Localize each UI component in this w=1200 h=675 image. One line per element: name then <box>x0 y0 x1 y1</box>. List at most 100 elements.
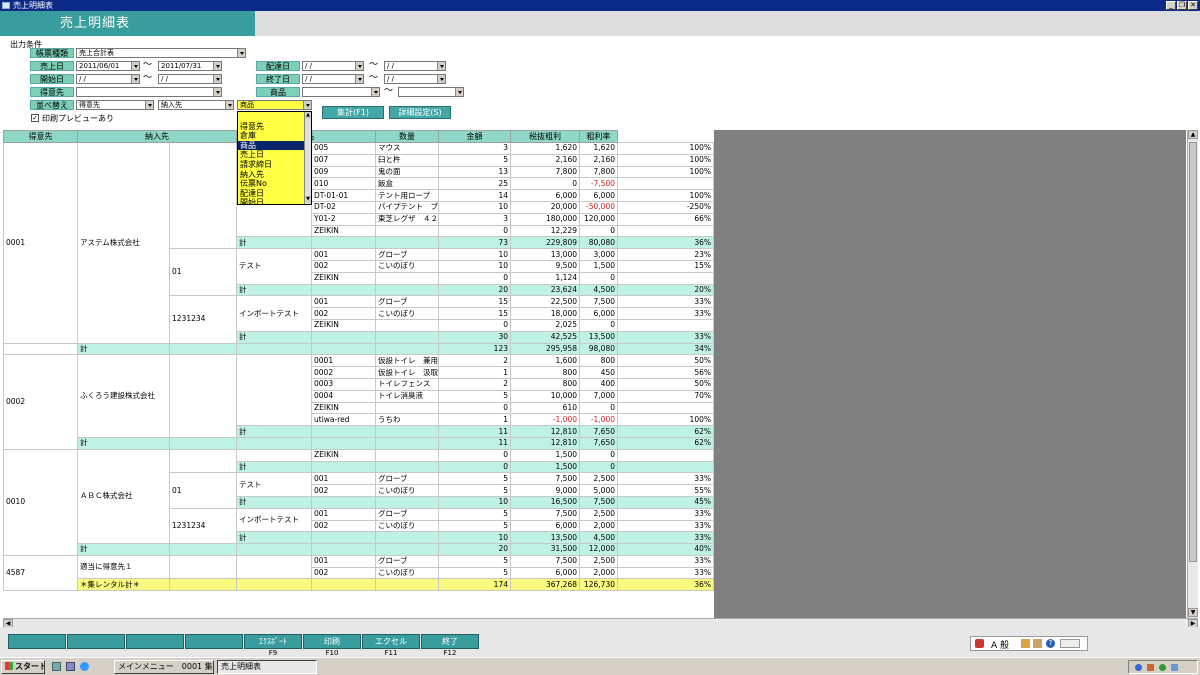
ime-icon[interactable] <box>975 639 984 648</box>
delivery-date-to[interactable]: / / <box>384 61 446 71</box>
horizontal-scrollbar[interactable]: ◀ ▶ <box>3 618 1198 628</box>
product-name: こいのぼり <box>375 566 439 580</box>
dropdown-scrollbar[interactable]: ▲ ▼ <box>304 112 311 204</box>
product-name <box>375 401 439 415</box>
minimize-button[interactable]: _ <box>1166 1 1176 10</box>
ie-icon[interactable] <box>80 662 89 671</box>
fkey-button[interactable]: ｴｸｽﾎﾟｰﾄ <box>244 634 302 649</box>
chevron-down-icon[interactable] <box>213 62 221 70</box>
chevron-down-icon[interactable] <box>455 88 463 96</box>
tool-icon[interactable] <box>1033 639 1042 648</box>
chevron-down-icon[interactable] <box>437 62 445 70</box>
amount-cell: 7,500 <box>510 472 580 486</box>
outlook-icon[interactable] <box>66 662 75 671</box>
fkey-button[interactable] <box>67 634 125 649</box>
detail-settings-button[interactable]: 詳細設定(S) <box>389 106 451 119</box>
table-row[interactable]: 0010 ＡＢＣ株式会社 ZEIKIN 0 1,500 0 <box>3 448 714 556</box>
dropdown-option[interactable]: 納入先 <box>238 170 311 180</box>
end-date-to[interactable]: / / <box>384 74 446 84</box>
sales-date-to[interactable]: 2011/07/31 <box>158 61 222 71</box>
sort-select-3[interactable]: 商品 <box>237 100 312 110</box>
ime-mode[interactable]: A 般 <box>991 638 1009 651</box>
tray-icon[interactable] <box>1171 664 1178 671</box>
chevron-down-icon[interactable] <box>237 49 245 57</box>
customer-select[interactable] <box>76 87 222 97</box>
dropdown-option[interactable] <box>238 112 311 122</box>
product-from-select[interactable] <box>302 87 380 97</box>
scroll-down-icon[interactable]: ▼ <box>305 196 311 203</box>
scroll-up-icon[interactable]: ▲ <box>1188 130 1198 139</box>
chevron-down-icon[interactable] <box>213 88 221 96</box>
table-row[interactable]: 0001 アステム株式会社 005 マウス 3 1,620 1,620 100% <box>3 141 714 344</box>
subtotal-label: 計 <box>77 342 170 356</box>
product-label: 商品 <box>256 87 300 97</box>
chevron-down-icon[interactable] <box>131 75 139 83</box>
dropdown-option[interactable]: 開始日 <box>238 198 311 204</box>
chevron-down-icon[interactable] <box>437 75 445 83</box>
grand-total-row[interactable]: ＊集レンタル計＊ 174 367,268 126,730 36% <box>4 578 714 592</box>
dropdown-option[interactable]: 売上日 <box>238 150 311 160</box>
table-row[interactable]: 4587 適当に得意先１ 001 グローブ 5 7,500 2,500 33% <box>3 554 714 592</box>
fkey-button[interactable]: エクセル <box>362 634 420 649</box>
help-icon[interactable]: ? <box>1046 639 1055 648</box>
chevron-down-icon[interactable] <box>225 101 233 109</box>
chevron-down-icon[interactable] <box>355 62 363 70</box>
table-row[interactable]: 0002ふくろう建設株式会社0001仮設トイレ 兼用水洗21,60080050% <box>3 354 714 450</box>
subtotal-row[interactable]: 計 20 31,500 12,000 40% <box>4 543 714 556</box>
delivery-date-from[interactable]: / / <box>302 61 364 71</box>
dropdown-option[interactable]: 得意先 <box>238 122 311 132</box>
dropdown-option[interactable]: 伝票No <box>238 179 311 189</box>
network-icon[interactable] <box>1135 664 1142 671</box>
preview-checkbox[interactable]: ✓ <box>31 114 39 122</box>
product-code: 001 <box>311 554 376 568</box>
subtotal-row[interactable]: 計 123 295,958 98,080 34% <box>3 342 714 356</box>
margin-cell: 23% <box>617 248 714 261</box>
fkey-button[interactable]: 印刷 <box>303 634 361 649</box>
restore-button[interactable]: ❐ <box>1177 1 1187 10</box>
window-title: 売上明細表 <box>13 1 53 10</box>
fkey-button[interactable] <box>185 634 243 649</box>
vertical-scrollbar[interactable]: ▲ ▼ <box>1187 130 1198 618</box>
scroll-thumb[interactable] <box>1189 142 1197 562</box>
fkey-button[interactable]: 終了 <box>421 634 479 649</box>
dropdown-option[interactable]: 配達日 <box>238 189 311 199</box>
product-to-select[interactable] <box>398 87 464 97</box>
chevron-down-icon[interactable] <box>355 75 363 83</box>
start-date-to[interactable]: / / <box>158 74 222 84</box>
amount-cell: 7,800 <box>510 165 580 179</box>
close-button[interactable]: ✕ <box>1188 1 1198 10</box>
desktop-icon[interactable] <box>52 662 61 671</box>
speaker-icon[interactable] <box>1147 664 1154 671</box>
start-date-from[interactable]: / / <box>76 74 140 84</box>
aggregate-button[interactable]: 集計(F1) <box>322 106 384 119</box>
gross-profit-cell: 126,730 <box>579 578 618 592</box>
task-sales-detail[interactable]: 売上明細表 <box>217 660 317 674</box>
chevron-down-icon[interactable] <box>131 62 139 70</box>
task-main-menu[interactable]: メインメニュー 0001 集レ... <box>114 660 214 674</box>
chevron-down-icon[interactable] <box>303 101 311 109</box>
chevron-down-icon[interactable] <box>145 101 153 109</box>
margin-cell: -250% <box>617 200 714 214</box>
product-code: ZEIKIN <box>311 318 376 332</box>
security-icon[interactable] <box>1159 664 1166 671</box>
ime-toolbar[interactable]: A 般 ? <box>970 636 1088 651</box>
sort-dropdown-list[interactable]: 得意先 倉庫 商品 売上日 請求締日 納入先 伝票No 配達日 開始日 ▲ ▼ <box>237 111 312 205</box>
chevron-down-icon[interactable] <box>213 75 221 83</box>
sales-date-from[interactable]: 2011/06/01 <box>76 61 140 71</box>
scroll-up-icon[interactable]: ▲ <box>305 112 311 119</box>
start-button[interactable]: スタート <box>1 660 45 674</box>
dropdown-option[interactable]: 倉庫 <box>238 131 311 141</box>
scroll-down-icon[interactable]: ▼ <box>1188 608 1198 617</box>
sort-select-1[interactable]: 得意先 <box>76 100 154 110</box>
fkey-button[interactable] <box>8 634 66 649</box>
subtotal-row[interactable]: 計 11 12,810 7,650 62% <box>4 436 714 450</box>
sort-select-2[interactable]: 納入先 <box>158 100 234 110</box>
dropdown-option[interactable]: 商品 <box>238 140 311 151</box>
dropdown-option[interactable]: 請求締日 <box>238 160 311 170</box>
dictionary-icon[interactable] <box>1021 639 1030 648</box>
end-date-from[interactable]: / / <box>302 74 364 84</box>
gross-profit-cell: 6,000 <box>579 189 618 202</box>
fkey-button[interactable] <box>126 634 184 649</box>
report-type-select[interactable]: 売上合計表 <box>76 48 246 58</box>
chevron-down-icon[interactable] <box>371 88 379 96</box>
